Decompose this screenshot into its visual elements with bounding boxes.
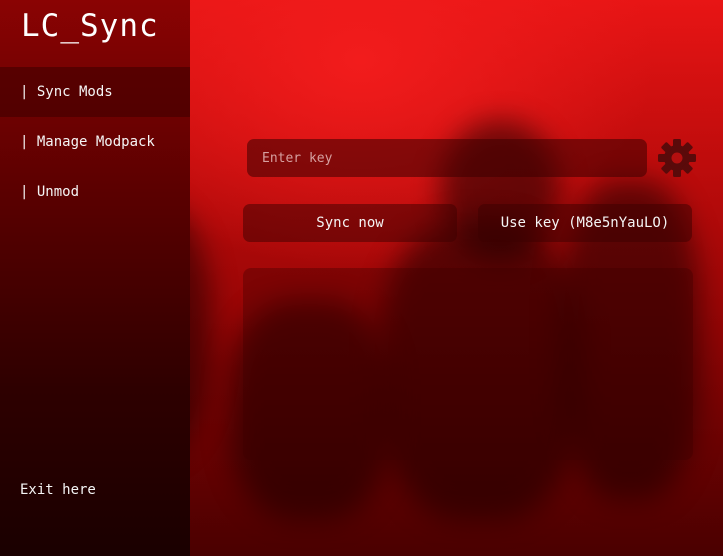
sync-now-button[interactable]: Sync now [243, 204, 457, 242]
use-key-label: Use key (M8e5nYauLO) [500, 215, 670, 231]
use-key-button[interactable]: Use key (M8e5nYauLO) [478, 204, 692, 242]
gear-icon[interactable] [656, 137, 698, 179]
exit-button[interactable]: Exit here [20, 482, 96, 498]
sync-now-label: Sync now [316, 215, 384, 231]
sidebar-item-manage-modpack[interactable]: | Manage Modpack [0, 117, 190, 167]
sidebar: LC_Sync | Sync Mods | Manage Modpack | U… [0, 0, 190, 556]
app-title: LC_Sync [21, 8, 159, 44]
sidebar-item-unmod[interactable]: | Unmod [0, 167, 190, 217]
key-input[interactable] [247, 139, 647, 177]
sidebar-item-sync-mods[interactable]: | Sync Mods [0, 67, 190, 117]
output-panel [243, 268, 693, 460]
